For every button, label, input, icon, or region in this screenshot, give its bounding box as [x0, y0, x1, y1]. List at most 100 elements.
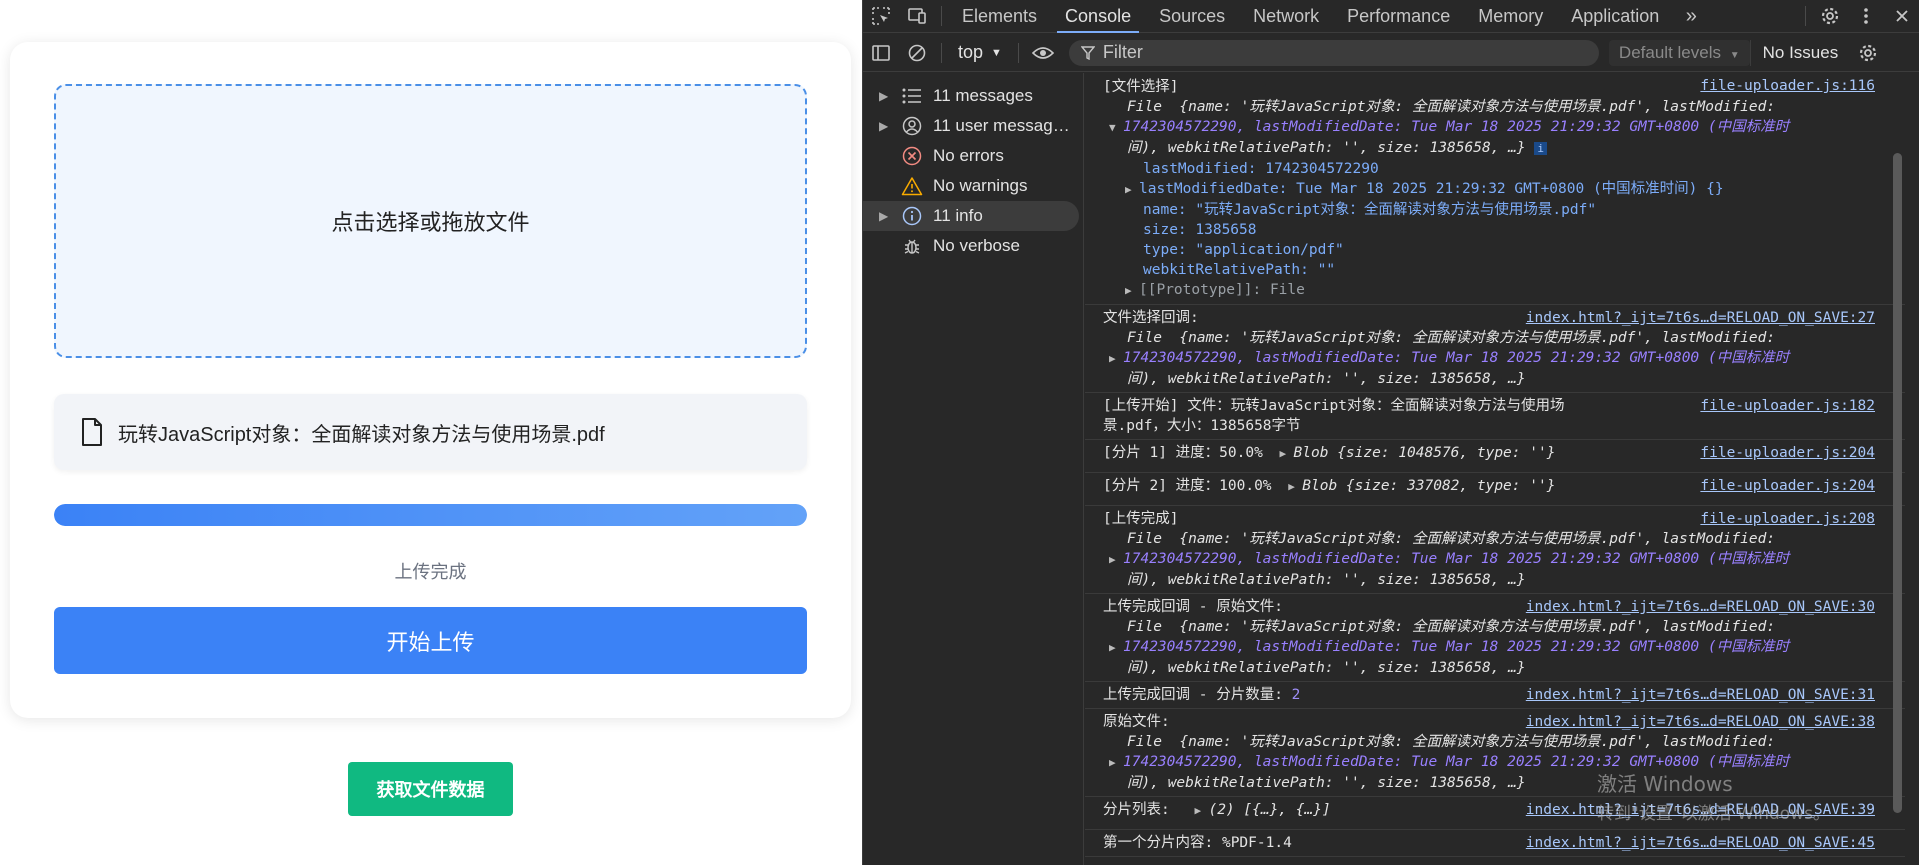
sidebar-item-messages[interactable]: ▶ 11 messages: [863, 81, 1079, 111]
source-link[interactable]: file-uploader.js:116: [1700, 76, 1875, 96]
console-message-text: 景.pdf，大小：1385658字节: [1103, 418, 1301, 434]
warning-icon: [899, 175, 925, 197]
context-selector[interactable]: top ▼: [948, 42, 1012, 63]
object-summary-line: File {name: '玩转JavaScript对象: 全面解读对象方法与使用…: [1127, 330, 1776, 346]
console-message: [文件选择] file-uploader.js:116 File {name: …: [1085, 73, 1905, 305]
prop-webkit-relative-path: webkitRelativePath: "": [1143, 262, 1336, 278]
devtools-panel: Elements Console Sources Network Perform…: [862, 0, 1919, 865]
log-levels-label: Default levels: [1618, 42, 1721, 62]
console-message: 文件选择回调: index.html?_ijt=7t6s…d=RELOAD_ON…: [1085, 305, 1905, 393]
selected-file-item: 玩转JavaScript对象：全面解读对象方法与使用场景.pdf: [54, 394, 807, 470]
object-summary-line: 间), webkitRelativePath: '', size: 138565…: [1127, 371, 1526, 387]
array-summary[interactable]: (2) [{…}, {…}]: [1208, 802, 1330, 818]
expand-arrow-icon[interactable]: ▶: [1109, 753, 1123, 773]
settings-gear-icon[interactable]: [1812, 0, 1848, 33]
windows-activation-watermark: 激活 Windows 转到"设置"以激活 Windows。: [1597, 768, 1917, 824]
blob-summary[interactable]: Blob {size: 1048576, type: ''}: [1294, 445, 1556, 461]
device-toolbar-icon[interactable]: [899, 0, 935, 33]
file-dropzone[interactable]: 点击选择或拖放文件: [54, 84, 807, 358]
expand-arrow-icon[interactable]: ▶: [1194, 801, 1208, 821]
sidebar-item-warnings[interactable]: No warnings: [863, 171, 1079, 201]
bug-icon: [899, 235, 925, 257]
console-message-text: 分片列表:: [1103, 802, 1170, 818]
sidebar-item-label: No warnings: [933, 176, 1028, 195]
chunk-count-value: 2: [1291, 687, 1301, 703]
info-icon: [899, 205, 925, 227]
source-link[interactable]: index.html?_ijt=7t6s…d=RELOAD_ON_SAVE:27: [1526, 308, 1875, 328]
devtools-tabbar: Elements Console Sources Network Perform…: [863, 0, 1919, 33]
error-icon: [899, 145, 925, 167]
console-message-text: 第一个分片内容: %PDF-1.4: [1103, 835, 1292, 851]
console-settings-gear-icon[interactable]: [1850, 36, 1886, 69]
close-icon[interactable]: [1884, 0, 1919, 33]
selected-file-name: 玩转JavaScript对象：全面解读对象方法与使用场景.pdf: [118, 423, 605, 446]
console-scrollbar[interactable]: [1893, 153, 1902, 813]
object-summary-line: 1742304572290, lastModifiedDate: Tue Mar…: [1123, 119, 1790, 135]
console-message: 上传完成回调 - 分片数量: 2 index.html?_ijt=7t6s…d=…: [1085, 682, 1905, 709]
console-filter[interactable]: [1068, 39, 1599, 66]
source-link[interactable]: file-uploader.js:204: [1700, 443, 1875, 463]
object-summary-line: 1742304572290, lastModifiedDate: Tue Mar…: [1123, 551, 1790, 567]
source-link[interactable]: file-uploader.js:182: [1700, 396, 1875, 416]
upload-status-text: 上传完成: [394, 562, 467, 582]
expand-arrow-icon[interactable]: ▶: [1109, 349, 1123, 369]
tab-application[interactable]: Application: [1557, 0, 1673, 33]
tab-console[interactable]: Console: [1051, 0, 1145, 33]
prop-last-modified: lastModified: 1742304572290: [1143, 161, 1379, 177]
object-summary-line: File {name: '玩转JavaScript对象: 全面解读对象方法与使用…: [1127, 99, 1776, 115]
expand-arrow-icon[interactable]: ▶: [1109, 638, 1123, 658]
filter-input[interactable]: [1102, 42, 1583, 63]
more-tabs-icon[interactable]: »: [1673, 0, 1709, 33]
source-link[interactable]: file-uploader.js:204: [1700, 476, 1875, 496]
sidebar-item-verbose[interactable]: No verbose: [863, 231, 1079, 261]
prop-name: name: "玩转JavaScript对象：全面解读对象方法与使用场景.pdf": [1143, 202, 1597, 218]
divider: [941, 6, 942, 26]
more-options-icon[interactable]: [1848, 0, 1884, 33]
tab-performance[interactable]: Performance: [1333, 0, 1464, 33]
sidebar-item-info[interactable]: ▶ 11 info: [863, 201, 1079, 231]
tab-elements[interactable]: Elements: [948, 0, 1051, 33]
source-link[interactable]: index.html?_ijt=7t6s…d=RELOAD_ON_SAVE:30: [1526, 597, 1875, 617]
start-upload-button[interactable]: 开始上传: [54, 607, 807, 674]
issues-counter[interactable]: No Issues: [1749, 39, 1851, 66]
sidebar-item-label: 11 info: [933, 206, 983, 225]
log-levels-dropdown[interactable]: Default levels ▼: [1608, 39, 1750, 66]
tab-sources[interactable]: Sources: [1145, 0, 1239, 33]
info-badge-icon: i: [1534, 142, 1547, 155]
user-icon: [899, 115, 925, 137]
object-summary-line: 间), webkitRelativePath: '', size: 138565…: [1127, 140, 1526, 156]
expand-arrow-icon[interactable]: ▶: [1125, 180, 1139, 200]
get-file-data-button[interactable]: 获取文件数据: [348, 762, 513, 816]
blob-summary[interactable]: Blob {size: 337082, type: ''}: [1302, 478, 1555, 494]
tab-memory[interactable]: Memory: [1464, 0, 1557, 33]
clear-console-icon[interactable]: [899, 36, 935, 69]
sidebar-item-label: No verbose: [933, 236, 1020, 255]
prop-last-modified-date: lastModifiedDate: Tue Mar 18 2025 21:29:…: [1139, 181, 1724, 197]
expand-arrow-icon[interactable]: ▶: [1288, 477, 1302, 497]
console-message: [上传开始] 文件：玩转JavaScript对象：全面解读对象方法与使用场 景.…: [1085, 393, 1905, 440]
inspect-element-icon[interactable]: [863, 0, 899, 33]
sidebar-item-user-messages[interactable]: ▶ 11 user messag…: [863, 111, 1079, 141]
sidebar-toggle-icon[interactable]: [863, 36, 899, 69]
upload-progress-fill: [54, 504, 807, 526]
expand-arrow-icon[interactable]: ▶: [1109, 550, 1123, 570]
tab-network[interactable]: Network: [1239, 0, 1333, 33]
live-expression-eye-icon[interactable]: [1025, 36, 1061, 69]
collapse-arrow-icon[interactable]: ▼: [1109, 118, 1123, 138]
source-link[interactable]: index.html?_ijt=7t6s…d=RELOAD_ON_SAVE:38: [1526, 712, 1875, 732]
source-link[interactable]: index.html?_ijt=7t6s…d=RELOAD_ON_SAVE:31: [1526, 685, 1875, 705]
expand-arrow-icon[interactable]: ▶: [1125, 281, 1139, 301]
source-link[interactable]: index.html?_ijt=7t6s…d=RELOAD_ON_SAVE:45: [1526, 833, 1875, 853]
chevron-down-icon: ▼: [1729, 49, 1740, 61]
expand-arrow-icon[interactable]: ▶: [1280, 444, 1294, 464]
object-summary-line: File {name: '玩转JavaScript对象: 全面解读对象方法与使用…: [1127, 619, 1776, 635]
object-summary[interactable]: File {name: '玩转JavaScript对象: 全面解读对象方法与使用…: [1103, 97, 1845, 117]
file-icon: [82, 418, 102, 446]
source-link[interactable]: file-uploader.js:208: [1700, 509, 1875, 529]
divider: [1805, 6, 1806, 26]
sidebar-item-errors[interactable]: No errors: [863, 141, 1079, 171]
console-sidebar: ▶ 11 messages ▶ 11 user messag… No error…: [863, 73, 1084, 865]
object-summary-line: 1742304572290, lastModifiedDate: Tue Mar…: [1123, 350, 1790, 366]
sidebar-item-label: 11 messages: [933, 86, 1033, 105]
console-message: [分片 2] 进度：100.0% ▶ Blob {size: 337082, ty…: [1085, 473, 1905, 506]
